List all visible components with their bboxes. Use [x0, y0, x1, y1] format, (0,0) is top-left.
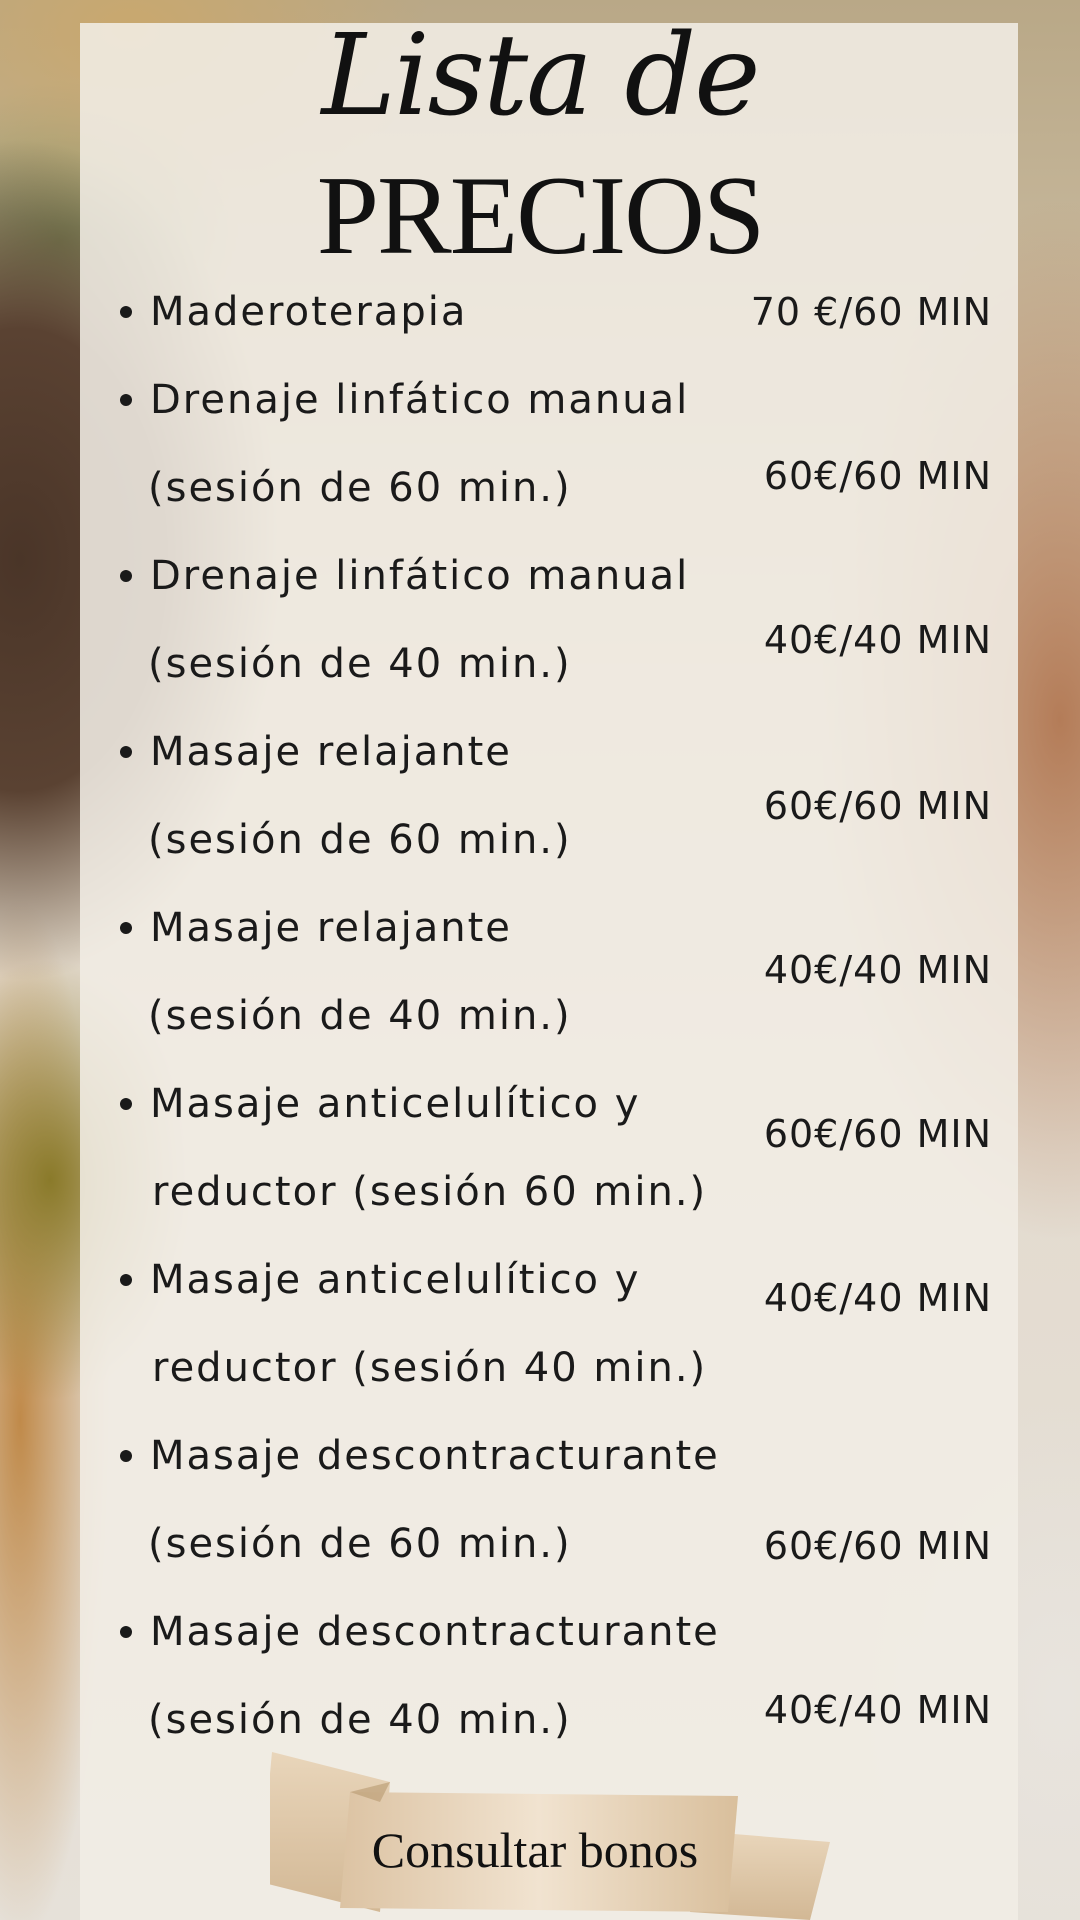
- item-price: 60€/60 MIN: [763, 1112, 992, 1156]
- item-detail: reductor (sesión 40 min.): [152, 1345, 708, 1391]
- item-price: 60€/60 MIN: [763, 454, 992, 498]
- item-name: Masaje descontracturante: [150, 1609, 720, 1655]
- bullet-icon: [120, 1626, 132, 1638]
- bullet-icon: [120, 922, 132, 934]
- item-price: 40€/40 MIN: [763, 1276, 992, 1320]
- item-detail: reductor (sesión 60 min.): [152, 1169, 708, 1215]
- item-detail: (sesión de 40 min.): [148, 993, 572, 1039]
- item-detail: (sesión de 60 min.): [148, 817, 572, 863]
- bullet-icon: [120, 570, 132, 582]
- item-price: 60€/60 MIN: [763, 784, 992, 828]
- item-name: Drenaje linfático manual: [150, 553, 690, 599]
- bullet-icon: [120, 1098, 132, 1110]
- bullet-icon: [120, 1274, 132, 1286]
- item-price: 40€/40 MIN: [763, 618, 992, 662]
- bullet-icon: [120, 746, 132, 758]
- item-name: Masaje anticelulítico y: [150, 1081, 641, 1127]
- item-price: 60€/60 MIN: [763, 1524, 992, 1568]
- consultar-bonos-button[interactable]: Consultar bonos: [345, 1820, 725, 1880]
- bullet-icon: [120, 306, 132, 318]
- bullet-icon: [120, 1450, 132, 1462]
- item-name: Maderoterapia: [150, 289, 468, 335]
- bullet-icon: [120, 394, 132, 406]
- item-detail: (sesión de 60 min.): [148, 465, 572, 511]
- item-price: 40€/40 MIN: [763, 948, 992, 992]
- item-name: Masaje descontracturante: [150, 1433, 720, 1479]
- item-detail: (sesión de 60 min.): [148, 1521, 572, 1567]
- item-name: Masaje anticelulítico y: [150, 1257, 641, 1303]
- page-title: PRECIOS: [316, 154, 766, 278]
- item-name: Drenaje linfático manual: [150, 377, 690, 423]
- item-price: 70 €/60 MIN: [750, 290, 992, 334]
- item-name: Masaje relajante: [150, 729, 512, 775]
- item-detail: (sesión de 40 min.): [148, 641, 572, 687]
- title-script: Lista de: [321, 11, 760, 141]
- item-name: Masaje relajante: [150, 905, 512, 951]
